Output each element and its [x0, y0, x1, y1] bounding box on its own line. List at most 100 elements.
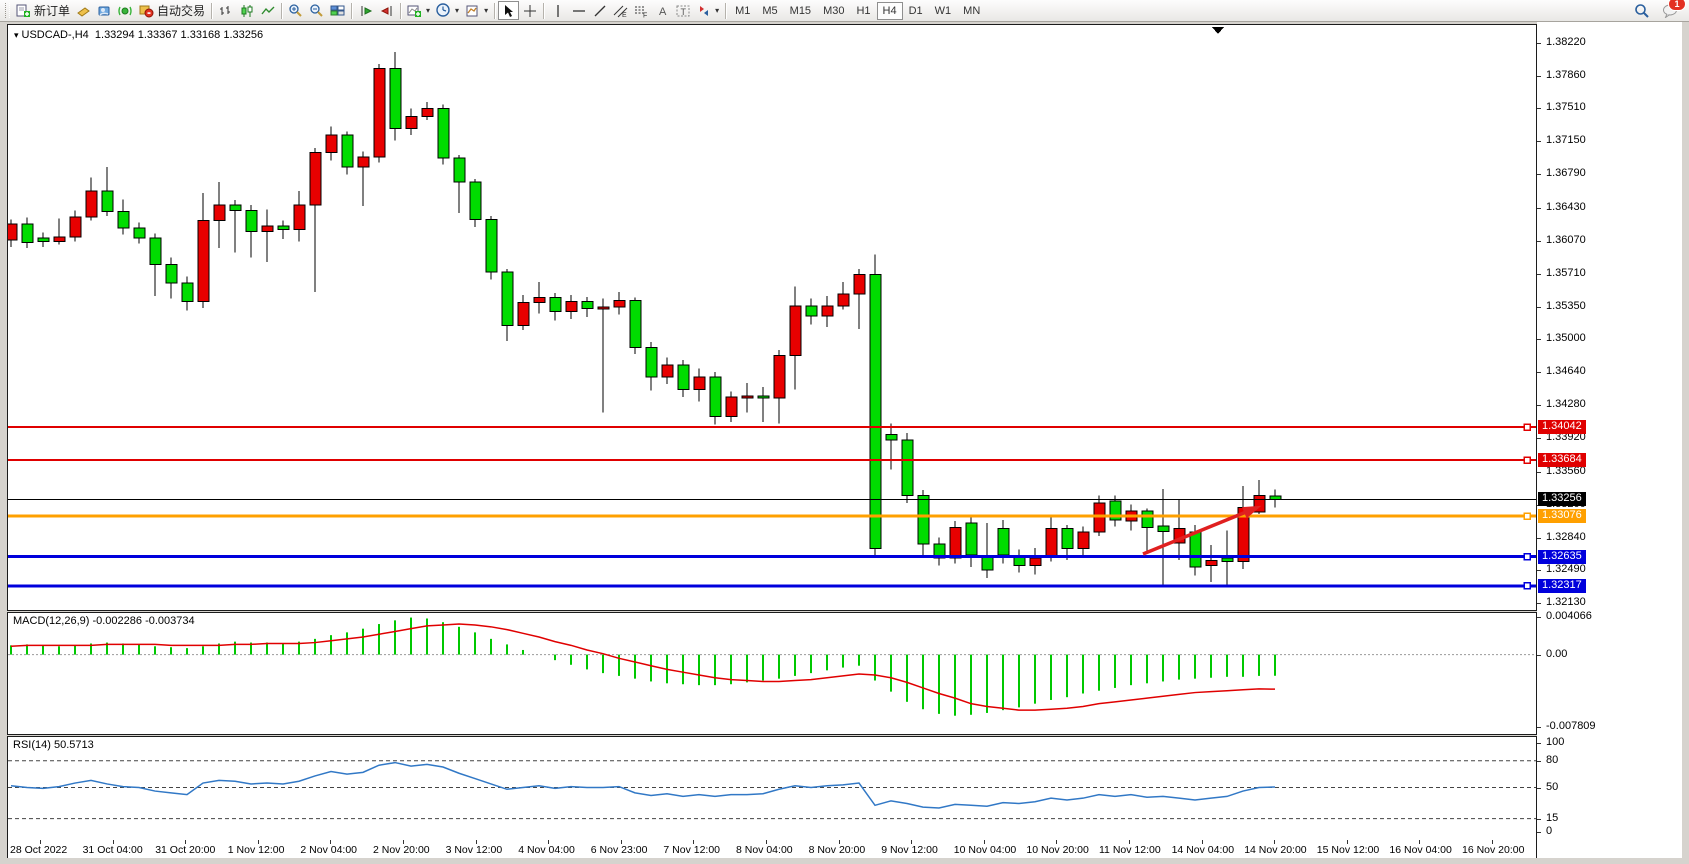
level-price-label: 1.32635 [1538, 550, 1586, 564]
macd-pane[interactable]: MACD(12,26,9) -0.002286 -0.003734 [7, 612, 1537, 735]
candle-body [486, 220, 497, 272]
templates-button[interactable]: ▾ [462, 1, 491, 20]
price-tick-label: 1.37510 [1546, 101, 1586, 115]
terminal-button[interactable] [115, 1, 136, 20]
candle-body [1014, 557, 1025, 565]
zoom-in-button[interactable] [285, 1, 306, 20]
macd-chart [8, 613, 1536, 734]
candle-body [230, 205, 241, 211]
line-chart-button[interactable] [257, 1, 278, 20]
candle-body [470, 182, 481, 220]
navigator-button[interactable] [94, 1, 115, 20]
market-watch-button[interactable] [73, 1, 94, 20]
line-handle[interactable] [1524, 424, 1530, 430]
date-label: 6 Nov 23:00 [591, 844, 648, 856]
tile-windows-button[interactable] [327, 1, 348, 20]
timeframe-M15[interactable]: M15 [784, 2, 817, 20]
candle-body [854, 275, 865, 294]
arrows-tool-button[interactable]: ▾ [694, 1, 722, 20]
date-axis[interactable]: 28 Oct 202231 Oct 04:0031 Oct 20:001 Nov… [7, 840, 1537, 858]
timeframe-M5[interactable]: M5 [756, 2, 783, 20]
macd-label: MACD(12,26,9) -0.002286 -0.003734 [13, 615, 195, 627]
indicators-button[interactable]: ▾ [404, 1, 433, 20]
candle-body [582, 301, 593, 308]
horizontal-line-tool-button[interactable] [568, 1, 589, 20]
timeframe-D1[interactable]: D1 [903, 2, 929, 20]
timeframe-M1[interactable]: M1 [729, 2, 756, 20]
trendline-tool-button[interactable] [589, 1, 610, 20]
fibonacci-tool-button[interactable]: F [631, 1, 652, 20]
bar-chart-button[interactable] [215, 1, 236, 20]
auto-scroll-button[interactable] [355, 1, 376, 20]
cursor-icon [502, 4, 515, 18]
window-edge [1682, 22, 1689, 864]
search-button[interactable] [1631, 1, 1653, 20]
crosshair-tool-button[interactable] [519, 1, 540, 20]
horizontal-levels[interactable] [8, 424, 1536, 589]
rsi-tick [1537, 761, 1541, 762]
candle-body [54, 237, 65, 242]
timeframe-H1[interactable]: H1 [850, 2, 876, 20]
price-tick [1537, 43, 1541, 44]
line-handle[interactable] [1524, 513, 1530, 519]
candle-body [886, 435, 897, 441]
date-label: 15 Nov 12:00 [1317, 844, 1379, 856]
chart-shift-button[interactable] [376, 1, 397, 20]
candle-body [438, 108, 449, 158]
candlestick-series [8, 52, 1281, 587]
date-label: 14 Nov 04:00 [1172, 844, 1234, 856]
one-click-trading-arrow-icon[interactable]: ▾ [14, 30, 19, 40]
dropdown-arrow-icon: ▾ [715, 6, 719, 15]
autotrading-icon [139, 3, 154, 18]
candle-body [1030, 558, 1041, 565]
date-label: 2 Nov 04:00 [300, 844, 357, 856]
level-price-label: 1.32317 [1538, 579, 1586, 593]
timeframe-H4[interactable]: H4 [877, 2, 903, 20]
date-label: 9 Nov 12:00 [881, 844, 938, 856]
dropdown-arrow-icon: ▾ [484, 6, 488, 15]
price-tick [1537, 405, 1541, 406]
autotrading-button[interactable]: 自动交易 [136, 1, 208, 20]
timeframe-MN[interactable]: MN [957, 2, 986, 20]
text-tool-button[interactable]: A [652, 1, 673, 20]
zoom-out-button[interactable] [306, 1, 327, 20]
autotrading-label: 自动交易 [157, 2, 205, 19]
periods-button[interactable]: ▾ [433, 1, 462, 20]
crosshair-icon [523, 4, 537, 18]
rsi-tick [1537, 788, 1541, 789]
candle-body [374, 69, 385, 157]
candlestick-chart-button[interactable] [236, 1, 257, 20]
price-tick-label: 1.34280 [1546, 398, 1586, 412]
toolbar-right: 1 [1631, 1, 1687, 20]
rsi-pane[interactable]: RSI(14) 50.5713 [7, 736, 1537, 841]
date-label: 10 Nov 04:00 [954, 844, 1016, 856]
line-handle[interactable] [1524, 457, 1530, 463]
candle-body [8, 224, 17, 240]
price-axis[interactable]: 1.382201.378601.375101.371501.367901.364… [1537, 22, 1682, 858]
date-label: 8 Nov 20:00 [809, 844, 866, 856]
price-tick-label: 1.34640 [1546, 365, 1586, 379]
dropdown-arrow-icon: ▾ [455, 6, 459, 15]
line-handle[interactable] [1524, 583, 1530, 589]
equidistant-channel-tool-button[interactable]: E [610, 1, 631, 20]
toolbar-separator [725, 3, 726, 19]
price-chart-pane[interactable]: ▾USDCAD-,H4 1.33294 1.33367 1.33168 1.33… [7, 24, 1537, 611]
vertical-line-tool-button[interactable] [547, 1, 568, 20]
notifications-button[interactable]: 1 [1659, 1, 1681, 20]
rsi-tick-label: 0 [1546, 825, 1552, 839]
candle-body [1222, 558, 1233, 562]
candle-body [870, 275, 881, 549]
line-handle[interactable] [1524, 554, 1530, 560]
text-label-tool-button[interactable]: T [673, 1, 694, 20]
candlestick-chart[interactable] [8, 25, 1536, 610]
timeframe-W1[interactable]: W1 [929, 2, 958, 20]
candle-body [22, 224, 33, 242]
new-order-button[interactable]: 新订单 [13, 1, 73, 20]
date-label: 1 Nov 12:00 [228, 844, 285, 856]
chart-shift-marker[interactable] [1212, 27, 1224, 34]
timeframe-M30[interactable]: M30 [817, 2, 850, 20]
date-label: 8 Nov 04:00 [736, 844, 793, 856]
clock-icon [436, 3, 451, 18]
cursor-tool-button[interactable] [498, 1, 519, 20]
candle-body [278, 226, 289, 230]
